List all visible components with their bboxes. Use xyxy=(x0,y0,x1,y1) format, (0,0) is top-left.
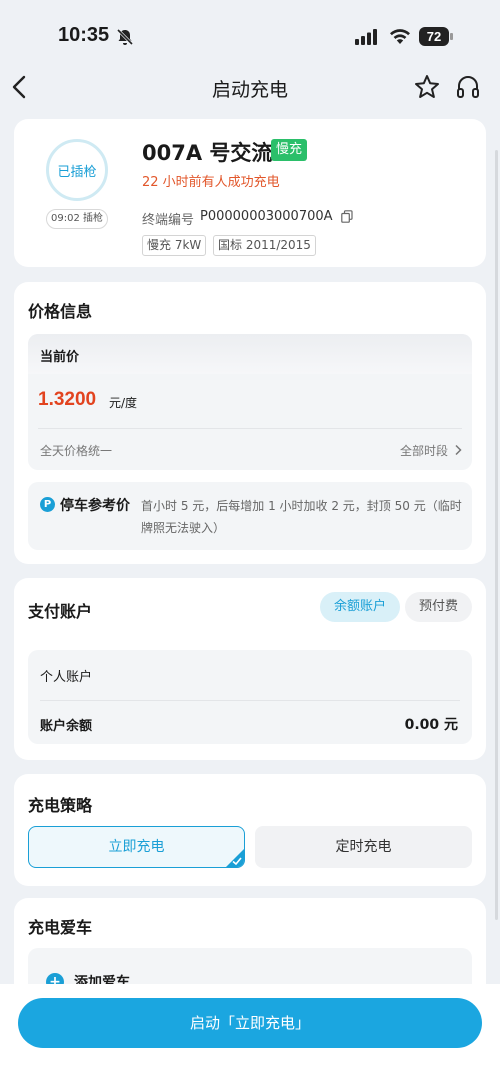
scrollbar[interactable] xyxy=(495,150,498,920)
nav-bar: 启动充电 xyxy=(0,66,500,110)
strategy-timed-option[interactable]: 定时充电 xyxy=(255,826,472,868)
price-box: 当前价 1.3200 元/度 全天价格统一 全部时段 xyxy=(28,334,472,470)
strategy-now-option[interactable]: 立即充电 xyxy=(28,826,245,868)
battery-indicator: 72 xyxy=(419,27,453,46)
bell-muted-icon xyxy=(116,28,134,46)
price-value: 1.3200 xyxy=(38,389,97,410)
plug-status-indicator: 已插枪 xyxy=(46,139,108,201)
battery-level: 72 xyxy=(419,27,449,46)
price-uniform-text: 全天价格统一 xyxy=(40,444,113,458)
strategy-section-title: 充电策略 xyxy=(28,796,93,815)
terminal-id: P00000003000700A xyxy=(200,209,333,224)
star-icon[interactable] xyxy=(414,74,440,100)
plug-time-badge: 09:02 插枪 xyxy=(46,209,108,229)
signal-icon xyxy=(355,29,377,45)
tab-balance-account[interactable]: 余额账户 xyxy=(320,592,400,622)
strategy-now-label: 立即充电 xyxy=(108,839,165,855)
copy-icon[interactable] xyxy=(341,210,353,223)
terminal-label: 终端编号 xyxy=(142,213,195,228)
tab-prepaid[interactable]: 预付费 xyxy=(405,592,472,622)
speed-badge: 慢充 xyxy=(271,139,308,161)
bottom-action-bar: 启动「立即充电」 xyxy=(0,984,500,1087)
parking-text: 首小时 5 元，后每增加 1 小时加收 2 元，封顶 50 元（临时牌照无法驶入… xyxy=(141,499,462,535)
status-time: 10:35 xyxy=(58,24,110,46)
current-price-label: 当前价 xyxy=(28,334,472,374)
strategy-card: 充电策略 立即充电 定时充电 xyxy=(14,774,486,886)
parking-label: 停车参考价 xyxy=(60,498,130,514)
start-charging-button[interactable]: 启动「立即充电」 xyxy=(18,998,482,1048)
parking-icon: P xyxy=(40,497,55,512)
charger-name: 007A 号交流 xyxy=(142,141,273,165)
price-section-title: 价格信息 xyxy=(28,302,93,321)
car-section-title: 充电爱车 xyxy=(28,918,93,937)
standard-tag: 国标 2011/2015 xyxy=(213,235,316,256)
balance-value: 0.00 元 xyxy=(404,717,458,733)
chevron-right-icon[interactable] xyxy=(454,444,462,456)
personal-account-label: 个人账户 xyxy=(40,670,93,685)
headset-icon[interactable] xyxy=(456,74,480,100)
divider xyxy=(38,428,462,429)
power-tag: 慢充 7kW xyxy=(142,235,207,256)
balance-label: 账户余额 xyxy=(40,719,93,734)
recent-success-text: 22 小时前有人成功充电 xyxy=(142,175,280,190)
price-card: 价格信息 当前价 1.3200 元/度 全天价格统一 全部时段 P 停车参考价 … xyxy=(14,282,486,564)
parking-info: P 停车参考价 首小时 5 元，后每增加 1 小时加收 2 元，封顶 50 元（… xyxy=(28,482,472,550)
checkmark-icon xyxy=(226,849,244,867)
all-periods-link[interactable]: 全部时段 xyxy=(400,442,448,459)
account-box: 个人账户 账户余额 0.00 元 xyxy=(28,650,472,744)
wifi-icon xyxy=(390,29,410,44)
price-unit: 元/度 xyxy=(109,396,138,410)
charger-card: 已插枪 09:02 插枪 007A 号交流 慢充 22 小时前有人成功充电 终端… xyxy=(14,119,486,267)
status-bar: 10:35 72 xyxy=(0,0,500,70)
payment-card: 支付账户 余额账户 预付费 个人账户 账户余额 0.00 元 xyxy=(14,578,486,760)
battery-cap xyxy=(450,33,453,40)
divider xyxy=(40,700,460,701)
payment-section-title: 支付账户 xyxy=(28,602,93,621)
